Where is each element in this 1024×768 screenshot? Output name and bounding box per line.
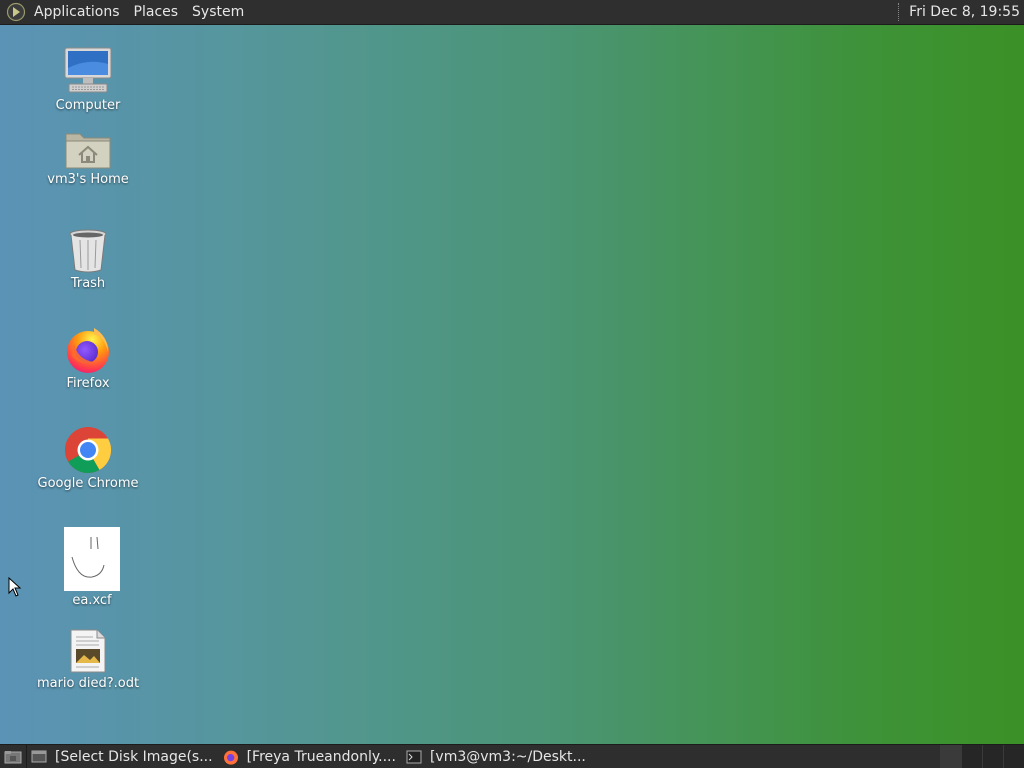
workspace-1[interactable] bbox=[940, 744, 961, 768]
taskbar-item-firefox[interactable]: [Freya Trueandonly.... bbox=[219, 745, 402, 768]
workspace-3[interactable] bbox=[982, 744, 1003, 768]
taskbar-item-terminal[interactable]: [vm3@vm3:~/Deskt... bbox=[402, 745, 592, 768]
mouse-cursor-icon bbox=[8, 577, 22, 597]
desktop-icon-xcf[interactable]: ea.xcf bbox=[32, 527, 152, 608]
desktop-icon-label: Google Chrome bbox=[37, 476, 139, 491]
xcf-thumbnail-icon bbox=[64, 527, 120, 591]
workspace-2[interactable] bbox=[961, 744, 982, 768]
mate-logo-icon[interactable] bbox=[5, 1, 27, 23]
places-menu[interactable]: Places bbox=[127, 0, 186, 25]
system-menu[interactable]: System bbox=[185, 0, 251, 25]
top-panel: Applications Places System Fri Dec 8, 19… bbox=[0, 0, 1024, 25]
show-desktop-button[interactable] bbox=[0, 744, 27, 768]
panel-separator bbox=[898, 3, 901, 21]
window-icon bbox=[31, 750, 47, 762]
desktop-icon-home[interactable]: vm3's Home bbox=[28, 128, 148, 187]
taskbar-item-label: [Select Disk Image(s... bbox=[55, 748, 213, 765]
workspace-4[interactable] bbox=[1003, 744, 1024, 768]
bottom-panel: [Select Disk Image(s... [Freya Trueandon… bbox=[0, 744, 1024, 768]
trash-icon bbox=[69, 229, 107, 273]
desktop-icon-firefox[interactable]: Firefox bbox=[28, 326, 148, 391]
odt-document-icon bbox=[70, 629, 106, 673]
desktop-icon-label: Trash bbox=[70, 276, 106, 291]
chrome-icon bbox=[65, 427, 112, 473]
desktop-icon-label: Computer bbox=[55, 98, 121, 113]
desktop-icon-chrome[interactable]: Google Chrome bbox=[28, 426, 148, 491]
firefox-icon bbox=[67, 328, 109, 373]
desktop-icon-label: mario died?.odt bbox=[36, 676, 140, 691]
desktop-icon-odt[interactable]: mario died?.odt bbox=[28, 628, 148, 691]
show-desktop-icon bbox=[4, 750, 22, 763]
firefox-icon bbox=[223, 750, 238, 765]
workspace-switcher bbox=[940, 744, 1024, 768]
computer-icon bbox=[64, 47, 112, 93]
applications-menu[interactable]: Applications bbox=[27, 0, 127, 25]
desktop-icon-label: Firefox bbox=[66, 376, 110, 391]
taskbar-item-label: [Freya Trueandonly.... bbox=[246, 748, 396, 765]
taskbar-item-disk-image[interactable]: [Select Disk Image(s... bbox=[27, 745, 219, 768]
taskbar-item-label: [vm3@vm3:~/Deskt... bbox=[429, 748, 586, 765]
clock[interactable]: Fri Dec 8, 19:55 bbox=[909, 4, 1024, 20]
desktop-icon-label: ea.xcf bbox=[72, 593, 112, 608]
home-folder-icon bbox=[65, 133, 111, 169]
desktop-icon-computer[interactable]: Computer bbox=[28, 46, 148, 113]
terminal-icon bbox=[406, 750, 422, 763]
desktop-icon-label: vm3's Home bbox=[47, 172, 129, 187]
desktop-icon-trash[interactable]: Trash bbox=[28, 228, 148, 291]
